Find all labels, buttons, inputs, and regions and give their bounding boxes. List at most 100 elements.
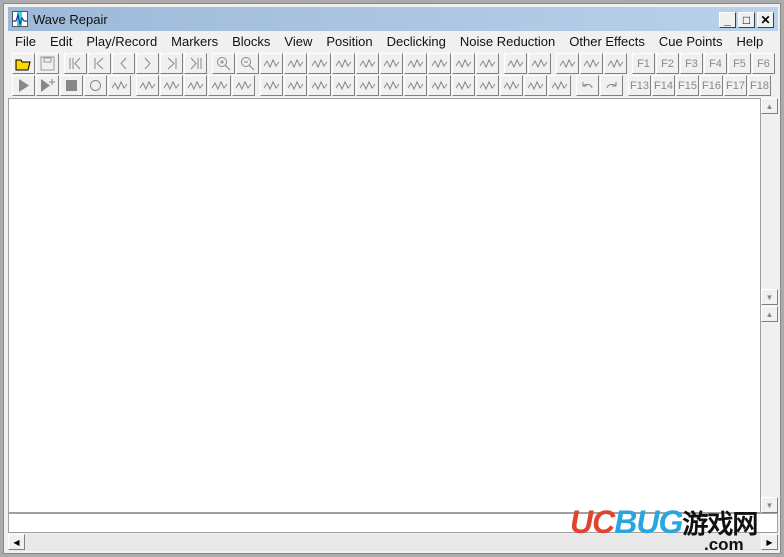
menu-help[interactable]: Help: [730, 34, 771, 49]
go-end-button[interactable]: [184, 53, 207, 74]
scroll-down-button[interactable]: ▼: [761, 497, 778, 513]
open-folder-button[interactable]: [12, 53, 35, 74]
wave-button[interactable]: [284, 53, 307, 74]
scroll-left-button[interactable]: [112, 53, 135, 74]
menu-noise-reduction[interactable]: Noise Reduction: [453, 34, 562, 49]
record-button[interactable]: [84, 75, 107, 96]
block-line-1-button[interactable]: [136, 75, 159, 96]
zoom-wave-icon: [263, 58, 280, 69]
go-start-icon: [69, 57, 81, 70]
scroll-down-button-upper[interactable]: ▼: [761, 289, 778, 305]
window-title: Wave Repair: [33, 11, 108, 27]
wave-click-button[interactable]: [452, 75, 475, 96]
block-line-2-button[interactable]: [160, 75, 183, 96]
scroll-up-button[interactable]: ▲: [761, 98, 778, 114]
save-button[interactable]: [36, 53, 59, 74]
wave-display-area[interactable]: [8, 98, 761, 513]
wave-loop-left-button[interactable]: [356, 75, 379, 96]
block-line-4-icon: [211, 80, 228, 91]
undo-button[interactable]: [576, 75, 599, 96]
wave-loop-right-icon: [383, 80, 400, 91]
wave-cut-right-button[interactable]: [476, 53, 499, 74]
range-vertical-button[interactable]: [428, 53, 451, 74]
block-wave-button[interactable]: [232, 75, 255, 96]
menu-markers[interactable]: Markers: [164, 34, 225, 49]
zoom-wave-button[interactable]: [260, 53, 283, 74]
menu-other-effects[interactable]: Other Effects: [562, 34, 652, 49]
function-key-f1[interactable]: F1: [632, 53, 655, 74]
scroll-right-button[interactable]: [136, 53, 159, 74]
scroll-left-icon: [120, 57, 127, 70]
wave-list-2-button[interactable]: [528, 53, 551, 74]
go-prev-marker-button[interactable]: [88, 53, 111, 74]
function-key-f15[interactable]: F15: [676, 75, 699, 96]
wave-loop-icon: [335, 80, 352, 91]
vertical-scrollbar[interactable]: ▲ ▼ ▲ ▼: [761, 98, 778, 513]
redo-icon: [606, 82, 617, 89]
menu-blocks[interactable]: Blocks: [225, 34, 277, 49]
scroll-up-button-lower[interactable]: ▲: [761, 306, 778, 322]
range-vertical-icon: [431, 58, 448, 69]
function-key-f2[interactable]: F2: [656, 53, 679, 74]
minimize-button[interactable]: _: [719, 12, 736, 28]
wave-declick-button[interactable]: [476, 75, 499, 96]
function-key-f3[interactable]: F3: [680, 53, 703, 74]
function-key-f14[interactable]: F14: [652, 75, 675, 96]
function-key-f18[interactable]: F18: [748, 75, 771, 96]
zoom-out-button[interactable]: [236, 53, 259, 74]
wave-add-button[interactable]: [556, 53, 579, 74]
wave-mark-right-button[interactable]: [332, 53, 355, 74]
go-start-button[interactable]: [64, 53, 87, 74]
wave-noise-button[interactable]: [548, 75, 571, 96]
wave-zoom-2-button[interactable]: [260, 75, 283, 96]
block-line-4-button[interactable]: [208, 75, 231, 96]
wave-comment-button[interactable]: [404, 75, 427, 96]
wave-click-arrow-button[interactable]: [500, 75, 523, 96]
wave-range-button[interactable]: [356, 53, 379, 74]
wave-loop-button[interactable]: [332, 75, 355, 96]
save-icon: [40, 56, 55, 71]
menu-cue-points[interactable]: Cue Points: [652, 34, 730, 49]
wave-mark-left-icon: [311, 58, 328, 69]
wave-spectrum-button[interactable]: [380, 53, 403, 74]
play-button[interactable]: [12, 75, 35, 96]
scroll-left-button[interactable]: ◀: [8, 534, 25, 550]
menu-declicking[interactable]: Declicking: [380, 34, 453, 49]
redo-button[interactable]: [600, 75, 623, 96]
function-key-f4[interactable]: F4: [704, 53, 727, 74]
function-key-f16[interactable]: F16: [700, 75, 723, 96]
menu-view[interactable]: View: [277, 34, 319, 49]
function-key-f17[interactable]: F17: [724, 75, 747, 96]
wave-click-marker-button[interactable]: [524, 75, 547, 96]
block-line-1-icon: [139, 80, 156, 91]
wave-arrow-icon: [607, 58, 624, 69]
range-horizontal-button[interactable]: [404, 53, 427, 74]
scroll-right-button[interactable]: ▶: [761, 534, 778, 550]
wave-cut-left-button[interactable]: [452, 53, 475, 74]
zoom-in-button[interactable]: [212, 53, 235, 74]
stop-button[interactable]: [60, 75, 83, 96]
menu-edit[interactable]: Edit: [43, 34, 79, 49]
wave-search-button[interactable]: [428, 75, 451, 96]
wave-mark-left-button[interactable]: [308, 53, 331, 74]
function-key-f5[interactable]: F5: [728, 53, 751, 74]
menu-file[interactable]: File: [8, 34, 43, 49]
function-key-f13[interactable]: F13: [628, 75, 651, 96]
block-line-3-button[interactable]: [184, 75, 207, 96]
go-next-marker-button[interactable]: [160, 53, 183, 74]
wave-step-2-button[interactable]: [308, 75, 331, 96]
wave-arrow-button[interactable]: [604, 53, 627, 74]
menu-position[interactable]: Position: [319, 34, 379, 49]
wave-click-icon: [455, 80, 472, 91]
function-key-f6[interactable]: F6: [752, 53, 775, 74]
menu-play-record[interactable]: Play/Record: [79, 34, 164, 49]
wave-list-button[interactable]: [504, 53, 527, 74]
wave-step-button[interactable]: [284, 75, 307, 96]
channels-button[interactable]: [108, 75, 131, 96]
maximize-button[interactable]: □: [738, 12, 755, 28]
wave-split-button[interactable]: [580, 53, 603, 74]
wave-loop-right-button[interactable]: [380, 75, 403, 96]
play-add-button[interactable]: [36, 75, 59, 96]
close-button[interactable]: ✕: [757, 12, 774, 28]
block-line-3-icon: [187, 80, 204, 91]
